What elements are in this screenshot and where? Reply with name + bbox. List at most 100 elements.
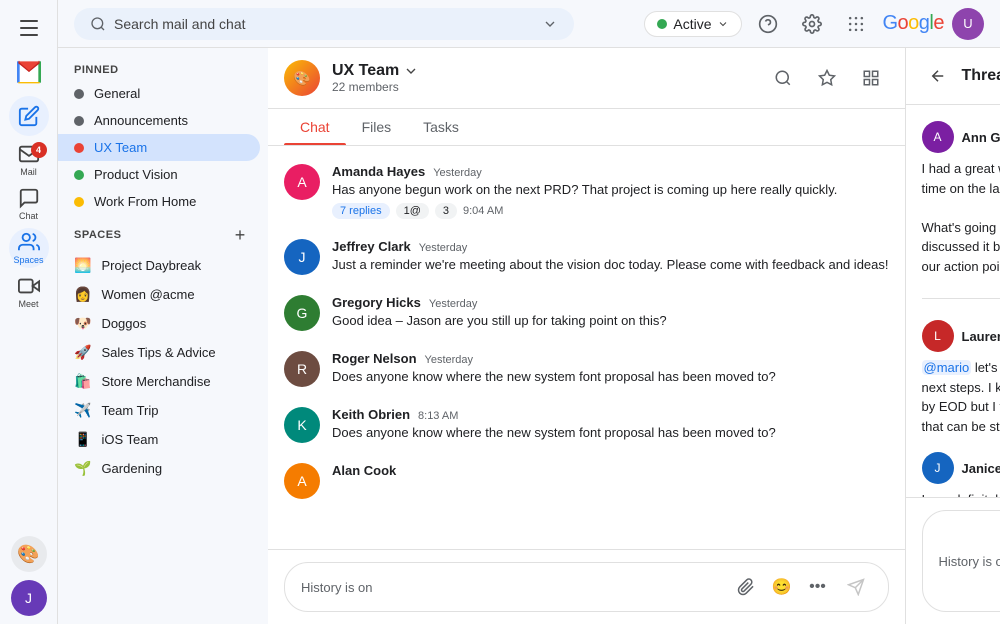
avatar: A xyxy=(922,121,954,153)
reaction-badge: 1@ xyxy=(396,203,429,219)
spaces-nav-button[interactable]: Spaces xyxy=(9,228,49,268)
tab-chat[interactable]: Chat xyxy=(284,109,346,145)
sidebar: Pinned General Announcements UX Team Pro… xyxy=(58,48,268,624)
message-time: Yesterday xyxy=(425,354,474,366)
message-item[interactable]: G Gregory Hicks Yesterday Good idea – Ja… xyxy=(268,285,905,341)
active-status-button[interactable]: Active xyxy=(644,11,742,37)
sidebar-item-general[interactable]: General xyxy=(58,80,260,107)
spaces-header: Spaces + xyxy=(58,215,268,251)
help-button[interactable] xyxy=(750,6,786,42)
settings-button[interactable] xyxy=(794,6,830,42)
store-merchandise-label: Store Merchandise xyxy=(101,374,210,389)
search-box[interactable]: Search mail and chat xyxy=(74,8,574,40)
chat-input-placeholder: History is on xyxy=(301,580,724,595)
message-content: Keith Obrien 8:13 AM Does anyone know wh… xyxy=(332,407,889,443)
chat-input-area: History is on 😊 ••• xyxy=(268,549,905,624)
store-merchandise-emoji: 🛍️ xyxy=(74,373,91,390)
general-dot xyxy=(74,89,84,99)
message-text: Just a reminder we're meeting about the … xyxy=(332,256,889,274)
mail-nav-button[interactable]: 4 Mail xyxy=(9,140,49,180)
sidebar-item-work-from-home[interactable]: Work From Home xyxy=(58,188,260,215)
thread-input-placeholder: History is on xyxy=(939,554,1000,569)
nav-avatar-art[interactable]: 🎨 xyxy=(11,536,47,572)
women-acme-emoji: 👩 xyxy=(74,286,91,303)
message-item[interactable]: J Jeffrey Clark Yesterday Just a reminde… xyxy=(268,229,905,285)
topbar-right: Active xyxy=(644,6,984,42)
message-reactions: 7 replies 1@ 3 9:04 AM xyxy=(332,203,889,219)
active-label: Active xyxy=(673,16,711,32)
sidebar-item-doggos[interactable]: 🐶 Doggos xyxy=(58,309,260,338)
pin-button[interactable] xyxy=(809,60,845,96)
unread-divider: Unread xyxy=(906,284,1000,312)
thread-author: Lauren Roberts xyxy=(962,329,1000,344)
sidebar-item-project-daybreak[interactable]: 🌅 Project Daybreak xyxy=(58,251,260,280)
mail-badge: 4 xyxy=(31,142,47,158)
chat-nav-button[interactable]: Chat xyxy=(9,184,49,224)
women-acme-label: Women @acme xyxy=(101,287,194,302)
thread-back-button[interactable] xyxy=(922,60,954,92)
apps-button[interactable] xyxy=(838,6,874,42)
avatar: J xyxy=(284,239,320,275)
send-button[interactable] xyxy=(840,571,872,603)
reaction-count: 3 xyxy=(435,203,457,219)
title-dropdown-icon[interactable] xyxy=(403,63,419,79)
message-time: Yesterday xyxy=(419,242,468,254)
sales-tips-label: Sales Tips & Advice xyxy=(101,345,215,360)
product-vision-label: Product Vision xyxy=(94,167,178,182)
google-logo: Google xyxy=(882,12,944,35)
sidebar-item-store-merchandise[interactable]: 🛍️ Store Merchandise xyxy=(58,367,260,396)
message-content: Roger Nelson Yesterday Does anyone know … xyxy=(332,351,889,387)
product-vision-dot xyxy=(74,170,84,180)
thread-message: A Ann Gray 7:43 AM I had a great weekend… xyxy=(906,113,1000,284)
chat-input-box[interactable]: History is on 😊 ••• xyxy=(284,562,889,612)
compose-button[interactable] xyxy=(9,96,49,136)
avatar: K xyxy=(284,407,320,443)
emoji-button[interactable]: 😊 xyxy=(768,573,796,601)
thread-author: Janice Castro xyxy=(962,461,1000,476)
attach-button[interactable] xyxy=(732,573,760,601)
send-icon xyxy=(847,578,865,596)
sidebar-item-sales-tips[interactable]: 🚀 Sales Tips & Advice xyxy=(58,338,260,367)
meet-nav-button[interactable]: Meet xyxy=(9,272,49,312)
sidebar-item-gardening[interactable]: 🌱 Gardening xyxy=(58,454,260,483)
ios-team-emoji: 📱 xyxy=(74,431,91,448)
user-avatar[interactable]: U xyxy=(952,8,984,40)
message-author: Gregory Hicks xyxy=(332,295,421,310)
back-arrow-icon xyxy=(929,67,947,85)
more-button[interactable]: ••• xyxy=(804,573,832,601)
tab-files[interactable]: Files xyxy=(346,109,408,145)
thread-input-box[interactable]: History is on 😊 ••• xyxy=(922,510,1000,612)
sidebar-item-team-trip[interactable]: ✈️ Team Trip xyxy=(58,396,260,425)
status-dot xyxy=(657,19,667,29)
nav-avatar-user[interactable]: J xyxy=(11,580,47,616)
thread-view-icon xyxy=(862,69,880,87)
sidebar-item-ios-team[interactable]: 📱 iOS Team xyxy=(58,425,260,454)
tab-tasks[interactable]: Tasks xyxy=(407,109,475,145)
message-item[interactable]: A Alan Cook xyxy=(268,453,905,509)
sidebar-item-ux-team[interactable]: UX Team xyxy=(58,134,260,161)
chat-search-button[interactable] xyxy=(765,60,801,96)
sidebar-item-announcements[interactable]: Announcements xyxy=(58,107,260,134)
team-trip-label: Team Trip xyxy=(101,403,158,418)
thread-messages: A Ann Gray 7:43 AM I had a great weekend… xyxy=(906,105,1000,497)
general-label: General xyxy=(94,86,140,101)
add-space-button[interactable]: + xyxy=(228,223,252,247)
message-item[interactable]: K Keith Obrien 8:13 AM Does anyone know … xyxy=(268,397,905,453)
thread-message: J Janice Castro 8:15 AM I can definitely… xyxy=(906,444,1000,497)
sidebar-item-women-acme[interactable]: 👩 Women @acme xyxy=(58,280,260,309)
message-content: Amanda Hayes Yesterday Has anyone begun … xyxy=(332,164,889,219)
message-item[interactable]: R Roger Nelson Yesterday Does anyone kno… xyxy=(268,341,905,397)
messages-list: A Amanda Hayes Yesterday Has anyone begu… xyxy=(268,146,905,549)
message-item[interactable]: A Amanda Hayes Yesterday Has anyone begu… xyxy=(268,154,905,229)
message-text: Does anyone know where the new system fo… xyxy=(332,368,889,386)
spaces-section-label: Spaces xyxy=(74,229,121,241)
sidebar-item-product-vision[interactable]: Product Vision xyxy=(58,161,260,188)
hamburger-menu[interactable] xyxy=(9,8,49,48)
chat-header-info: UX Team 22 members xyxy=(332,62,753,94)
thread-view-button[interactable] xyxy=(853,60,889,96)
message-author: Keith Obrien xyxy=(332,407,410,422)
left-navigation: 4 Mail Chat Spaces Meet xyxy=(0,0,58,624)
thread-text: I can definitely jump in and start with … xyxy=(922,490,1000,497)
reply-badge[interactable]: 7 replies xyxy=(332,203,390,219)
sales-tips-emoji: 🚀 xyxy=(74,344,91,361)
